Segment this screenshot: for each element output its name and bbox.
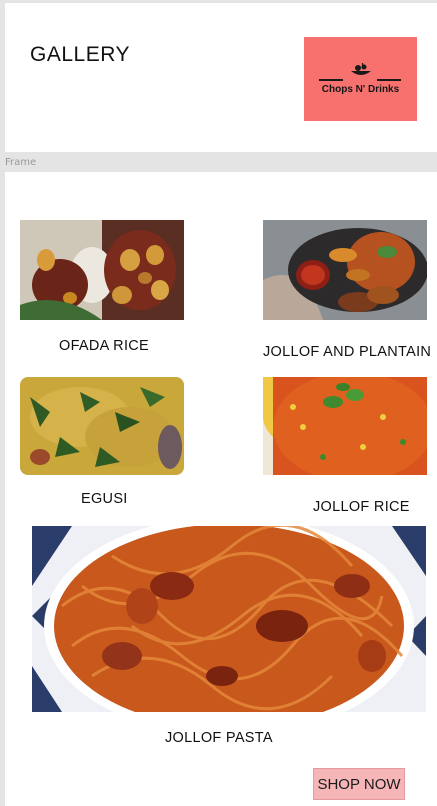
page-title: GALLERY: [30, 43, 130, 66]
food-bowl-icon: [351, 63, 371, 75]
jollof-pasta-photo[interactable]: [32, 526, 426, 712]
caption-jollof-rice: JOLLOF RICE: [313, 499, 410, 515]
brand-logo[interactable]: Chops N' Drinks: [304, 37, 417, 121]
shop-now-button[interactable]: SHOP NOW: [313, 768, 405, 800]
jollof-rice-photo[interactable]: [263, 377, 427, 475]
frame-label: Frame: [5, 157, 37, 168]
egusi-photo[interactable]: [20, 377, 184, 475]
logo-line-left: [319, 79, 343, 81]
logo-line-right: [377, 79, 401, 81]
logo-text: Chops N' Drinks: [321, 84, 400, 95]
caption-egusi: EGUSI: [81, 491, 128, 507]
caption-jollof-pasta: JOLLOF PASTA: [165, 730, 273, 746]
ofada-rice-photo[interactable]: [20, 220, 184, 320]
caption-ofada-rice: OFADA RICE: [59, 338, 150, 354]
jollof-and-plantain-photo[interactable]: [263, 220, 427, 320]
caption-jollof-and-plantain: JOLLOF AND PLANTAIN: [263, 344, 432, 360]
